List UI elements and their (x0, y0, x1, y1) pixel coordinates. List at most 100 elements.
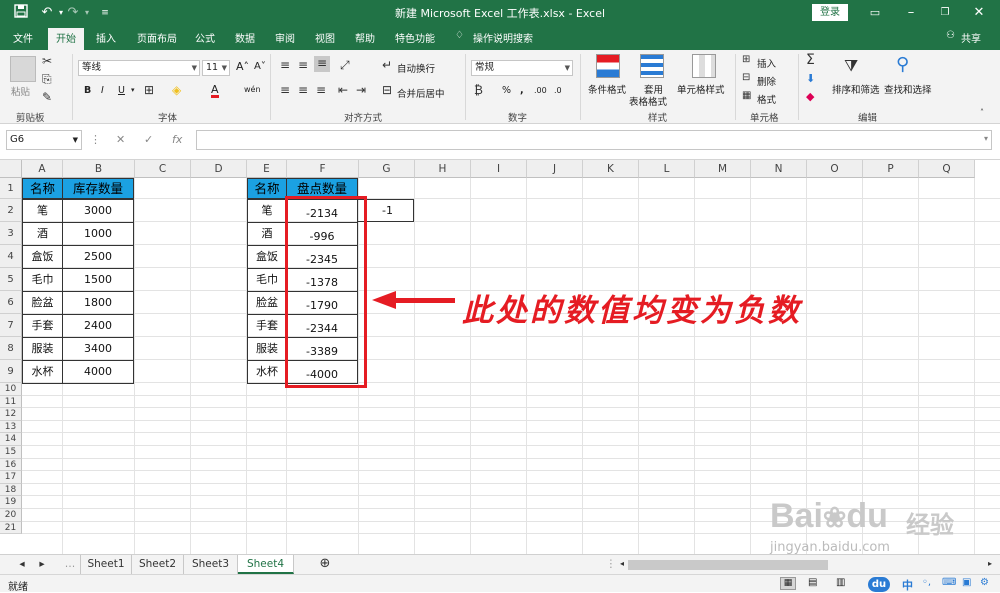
sort-filter-button[interactable]: 排序和筛选 (832, 82, 880, 96)
add-sheet-icon[interactable]: ⊕ (316, 555, 334, 574)
row-header-14[interactable]: 14 (0, 433, 22, 446)
cancel-icon[interactable]: ✕ (116, 133, 125, 146)
sheet-more-icon[interactable]: … (60, 555, 80, 574)
insert-function-icon[interactable]: fx (172, 133, 182, 146)
delete-cells-button[interactable]: 删除 (757, 74, 776, 88)
share-button[interactable]: 共享 (961, 30, 981, 45)
decrease-indent-icon[interactable]: ⇤ (338, 83, 348, 97)
row-header-18[interactable]: 18 (0, 483, 22, 497)
insert-cells-icon[interactable]: ⊞ (742, 54, 750, 65)
column-header-d[interactable]: D (191, 160, 247, 178)
page-layout-view-icon[interactable]: ▤ (808, 577, 817, 588)
table1-header-name[interactable]: 名称 (22, 178, 63, 199)
format-cells-button[interactable]: 格式 (757, 92, 776, 106)
horizontal-scrollbar-thumb[interactable] (628, 560, 828, 570)
table1-row-3-name[interactable]: 盒饭 (22, 245, 63, 269)
sheet-tab-1[interactable]: Sheet1 (80, 555, 132, 574)
format-as-table-icon[interactable] (640, 54, 664, 78)
autosum-icon[interactable]: Σ (806, 52, 815, 68)
column-header-c[interactable]: C (135, 160, 191, 178)
table2-row-4-name[interactable]: 毛巾 (247, 268, 287, 292)
row-header-4[interactable]: 4 (0, 245, 22, 268)
cut-icon[interactable]: ✂ (42, 54, 52, 68)
tab-special-features[interactable]: 特色功能 (395, 30, 435, 45)
merge-center-button[interactable]: 合并后居中 (397, 86, 445, 100)
wrap-text-button[interactable]: 自动换行 (397, 61, 435, 75)
insert-cells-button[interactable]: 插入 (757, 56, 776, 70)
conditional-format-button[interactable]: 条件格式 (588, 82, 626, 96)
increase-indent-icon[interactable]: ⇥ (356, 83, 366, 97)
align-bottom-icon[interactable]: ≡ (314, 56, 330, 72)
align-top-icon[interactable]: ≡ (280, 58, 290, 72)
row-header-5[interactable]: 5 (0, 268, 22, 291)
find-select-button[interactable]: 查找和选择 (884, 82, 932, 96)
table1-row-4-value[interactable]: 1500 (62, 268, 134, 292)
row-header-16[interactable]: 16 (0, 458, 22, 472)
column-header-f[interactable]: F (287, 160, 359, 178)
format-as-table-button-line2[interactable]: 表格格式 (629, 94, 667, 108)
tab-page-layout[interactable]: 页面布局 (137, 30, 177, 45)
tab-help[interactable]: 帮助 (355, 30, 375, 45)
copy-icon[interactable]: ⎘ (42, 72, 52, 87)
scroll-left-icon[interactable]: ◂ (616, 555, 628, 574)
paste-icon[interactable] (10, 56, 36, 82)
table2-row-6-name[interactable]: 手套 (247, 314, 287, 338)
font-name-combo[interactable]: 等线 ▼ (78, 60, 200, 76)
sheet-tab-3[interactable]: Sheet3 (184, 555, 238, 574)
table1-row-4-name[interactable]: 毛巾 (22, 268, 63, 292)
table1-row-1-value[interactable]: 3000 (62, 199, 134, 223)
page-break-view-icon[interactable]: ▥ (836, 577, 845, 588)
table1-row-5-name[interactable]: 脸盆 (22, 291, 63, 315)
row-header-7[interactable]: 7 (0, 314, 22, 337)
table2-row-8-name[interactable]: 水杯 (247, 360, 287, 384)
align-center-icon[interactable]: ≡ (298, 83, 308, 97)
table1-row-5-value[interactable]: 1800 (62, 291, 134, 315)
row-header-2[interactable]: 2 (0, 199, 22, 222)
row-header-6[interactable]: 6 (0, 291, 22, 314)
row-header-8[interactable]: 8 (0, 337, 22, 360)
table1-row-7-name[interactable]: 服装 (22, 337, 63, 361)
row-header-1[interactable]: 1 (0, 178, 22, 199)
table1-row-6-value[interactable]: 2400 (62, 314, 134, 338)
column-header-o[interactable]: O (807, 160, 863, 178)
row-header-3[interactable]: 3 (0, 222, 22, 245)
cell-styles-button[interactable]: 单元格样式 (677, 82, 725, 96)
scroll-right-icon[interactable]: ▸ (984, 555, 996, 574)
merge-center-icon[interactable]: ⊟ (382, 83, 392, 97)
table1-row-8-value[interactable]: 4000 (62, 360, 134, 384)
table1-row-2-name[interactable]: 酒 (22, 222, 63, 246)
column-header-j[interactable]: J (527, 160, 583, 178)
column-header-q[interactable]: Q (919, 160, 975, 178)
minimize-icon[interactable]: – (902, 4, 920, 22)
tab-insert[interactable]: 插入 (96, 30, 116, 45)
table2-header-name[interactable]: 名称 (247, 178, 287, 199)
conditional-format-icon[interactable] (596, 54, 620, 78)
table1-row-7-value[interactable]: 3400 (62, 337, 134, 361)
clear-icon[interactable]: ◆ (806, 90, 814, 103)
increase-font-icon[interactable]: A˄ (236, 60, 249, 73)
tab-view[interactable]: 视图 (315, 30, 335, 45)
row-header-13[interactable]: 13 (0, 420, 22, 434)
sheet-tab-2[interactable]: Sheet2 (132, 555, 184, 574)
number-format-combo[interactable]: 常规 ▼ (471, 60, 573, 76)
row-header-9[interactable]: 9 (0, 360, 22, 383)
column-header-p[interactable]: P (863, 160, 919, 178)
column-header-i[interactable]: I (471, 160, 527, 178)
underline-button[interactable]: U (118, 85, 125, 96)
decrease-decimal-icon[interactable]: .0 (554, 86, 562, 95)
find-select-icon[interactable]: ⚲ (896, 54, 909, 75)
row-header-10[interactable]: 10 (0, 383, 22, 396)
table1-row-2-value[interactable]: 1000 (62, 222, 134, 246)
column-header-a[interactable]: A (22, 160, 63, 178)
column-header-m[interactable]: M (695, 160, 751, 178)
worksheet-grid[interactable]: ABCDEFGHIJKLMNOPQ 1 2 3 4 5 6 7 8 9 10 11 12 13 14 15 1… (0, 160, 1000, 554)
format-cells-icon[interactable]: ▦ (742, 90, 751, 101)
tab-formulas[interactable]: 公式 (195, 30, 215, 45)
paste-button[interactable]: 粘贴 (11, 84, 30, 98)
tab-file[interactable]: 文件 (13, 30, 33, 45)
delete-cells-icon[interactable]: ⊟ (742, 72, 750, 83)
tab-home[interactable]: 开始 (48, 28, 84, 50)
tab-data[interactable]: 数据 (235, 30, 255, 45)
format-painter-icon[interactable]: ✎ (42, 90, 52, 104)
underline-dropdown-icon[interactable]: ▾ (131, 86, 135, 94)
